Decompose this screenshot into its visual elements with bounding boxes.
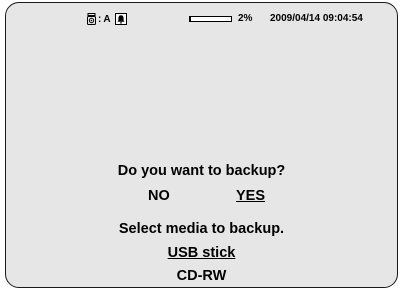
media-option-cd-rw[interactable]: CD-RW	[6, 268, 397, 284]
yes-button[interactable]: YES	[236, 188, 265, 204]
storage-usage-fill	[190, 17, 191, 21]
no-button[interactable]: NO	[148, 188, 170, 204]
datetime: 2009/04/14 09:04:54	[270, 13, 363, 24]
dvr-screen: : A 2% 2009/04/14 09:04:54 Do you want t…	[5, 2, 398, 288]
camera-label-colon: :	[98, 13, 102, 25]
backup-question: Do you want to backup?	[117, 163, 286, 179]
bell-icon	[114, 13, 127, 25]
media-prompt: Select media to backup.	[118, 221, 285, 237]
media-option-usb-stick[interactable]: USB stick	[6, 245, 397, 261]
camera-icon	[87, 13, 96, 25]
storage-usage-bar	[189, 16, 232, 22]
camera-status: : A	[87, 13, 127, 25]
storage-usage-percent: 2%	[238, 13, 253, 24]
status-bar: : A 2% 2009/04/14 09:04:54	[6, 13, 397, 29]
camera-label: A	[103, 13, 111, 25]
